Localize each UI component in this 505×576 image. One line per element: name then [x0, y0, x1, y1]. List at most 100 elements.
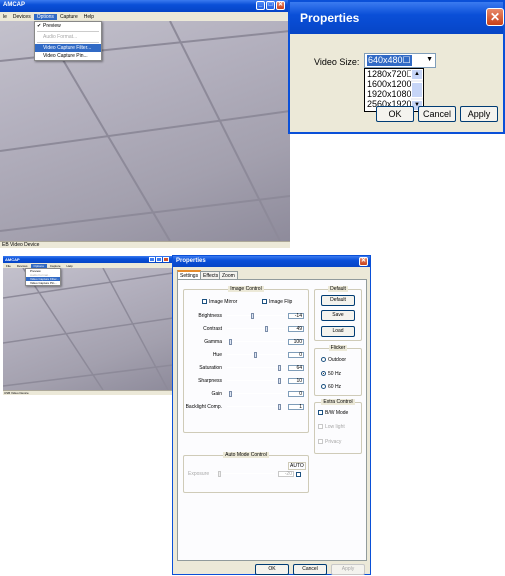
menu-options[interactable]: Options [33, 13, 57, 20]
apply-button[interactable]: Apply [460, 106, 498, 122]
slider-track[interactable] [227, 404, 285, 410]
flicker-outdoor-radio[interactable]: Outdoor [321, 357, 346, 363]
close-icon[interactable]: ✕ [486, 8, 504, 26]
camera-preview [3, 268, 173, 390]
slider-thumb[interactable] [278, 365, 281, 371]
cancel-button[interactable]: Cancel [293, 564, 327, 575]
slider-rail [227, 341, 285, 342]
slider-label: Hue [212, 352, 222, 358]
close-icon[interactable]: ✕ [276, 1, 285, 10]
menu-capture[interactable]: Capture [57, 14, 81, 20]
flicker-50hz-label: 50 Hz [328, 371, 342, 377]
slider-label: Gain [211, 391, 222, 397]
status-text: EB Video Device [2, 242, 40, 248]
auto-checkbox[interactable] [296, 472, 303, 478]
slider-track[interactable] [227, 378, 285, 384]
menu-item-video-capture-filter[interactable]: Video Capture Filter... [35, 44, 101, 52]
slider-rail [227, 393, 285, 394]
slider-label: Brightness [198, 313, 222, 319]
options-dropdown: ✔ Preview Audio Format... Video Capture F… [34, 21, 102, 61]
menu-item-video-capture-pin[interactable]: Video Capture Pin... [35, 52, 101, 60]
load-button[interactable]: Load [321, 326, 355, 337]
tab-zoom[interactable]: Zoom [219, 271, 238, 279]
ok-button[interactable]: OK [376, 106, 414, 122]
close-icon[interactable]: ✕ [359, 257, 368, 266]
properties-dialog: Properties ✕ Settings Effects Zoom Image… [172, 255, 371, 575]
slider-track[interactable] [227, 326, 285, 332]
slider-track[interactable] [227, 391, 285, 397]
slider-track[interactable] [227, 313, 285, 319]
menu-help[interactable]: Help [64, 264, 76, 268]
slider-thumb[interactable] [251, 313, 254, 319]
image-flip-checkbox[interactable]: Image Flip [262, 299, 292, 305]
slider-thumb[interactable] [229, 391, 232, 397]
menu-devices[interactable]: Devices [14, 264, 31, 268]
image-control-legend: Image Control [228, 286, 264, 292]
dialog-title-bar: Properties ✕ [173, 256, 370, 267]
save-button[interactable]: Save [321, 310, 355, 321]
slider-value: 0 [288, 352, 304, 358]
flicker-60hz-radio[interactable]: 60 Hz [321, 384, 341, 390]
default-button[interactable]: Default [321, 295, 355, 306]
slider-value: 10 [288, 378, 304, 384]
menu-devices[interactable]: Devices [10, 14, 34, 20]
chevron-up-icon[interactable]: ▲ [411, 69, 423, 80]
slider-label: Gamma [204, 339, 222, 345]
slider-thumb[interactable] [278, 378, 281, 384]
title-bar: AMCAP _ □ ✕ [0, 0, 290, 12]
slider-track[interactable] [227, 339, 285, 345]
close-icon[interactable] [163, 257, 169, 262]
maximize-icon[interactable] [156, 257, 162, 262]
extra-control-group: Extra Control B/W Mode Low light Privacy [314, 399, 362, 454]
slider-thumb[interactable] [278, 404, 281, 410]
exposure-label: Exposure [188, 471, 210, 477]
bw-mode-label: B/W Mode [325, 410, 349, 416]
image-mirror-checkbox[interactable]: Image Mirror [202, 299, 237, 305]
popup-title-bar: Properties ✕ [290, 2, 504, 34]
status-bar: USB Video Device [3, 390, 173, 395]
menu-item-preview[interactable]: ✔ Preview [35, 22, 101, 30]
flicker-50hz-radio[interactable]: 50 Hz [321, 371, 341, 377]
menu-separator [37, 42, 99, 43]
dialog-title: Properties [176, 258, 206, 264]
low-light-label: Low light [325, 424, 345, 430]
minimize-icon[interactable]: _ [256, 1, 265, 10]
video-size-select[interactable]: 640x480☐ ▼ [364, 53, 436, 68]
menu-file[interactable]: File [3, 264, 14, 268]
cancel-button[interactable]: Cancel [418, 106, 456, 122]
menu-file[interactable]: le [0, 14, 10, 20]
menu-item-video-capture-pin[interactable]: Video Capture Pin... [26, 281, 60, 285]
popup-title: Properties [300, 11, 360, 25]
exposure-slider [214, 471, 274, 477]
ok-button[interactable]: OK [255, 564, 289, 575]
slider-thumb[interactable] [265, 326, 268, 332]
maximize-icon[interactable]: □ [266, 1, 275, 10]
menu-help[interactable]: Help [81, 14, 97, 20]
low-light-checkbox: Low light [318, 424, 345, 430]
menu-capture[interactable]: Capture [47, 264, 64, 268]
bw-mode-checkbox[interactable]: B/W Mode [318, 410, 348, 416]
apply-button[interactable]: Apply [331, 564, 365, 575]
amcap-window-large: AMCAP _ □ ✕ le Devices Options Capture H… [0, 0, 290, 248]
list-scrollbar[interactable]: ▲ ▼ [411, 69, 423, 111]
privacy-label: Privacy [325, 439, 342, 445]
slider-value: 100 [288, 339, 304, 345]
minimize-icon[interactable] [149, 257, 155, 262]
scroll-thumb[interactable] [411, 82, 423, 98]
title-bar: AMCAP [3, 256, 173, 263]
slider-track[interactable] [227, 352, 285, 358]
exposure-value: -20 [278, 471, 294, 477]
slider-value: 49 [288, 326, 304, 332]
image-control-group: Image Control Image Mirror Image Flip Br… [183, 286, 309, 433]
slider-track[interactable] [227, 365, 285, 371]
menu-separator [37, 31, 99, 32]
tab-settings[interactable]: Settings [177, 270, 202, 279]
image-flip-label: Image Flip [269, 299, 293, 305]
slider-thumb[interactable] [229, 339, 232, 345]
slider-thumb[interactable] [254, 352, 257, 358]
menu-options[interactable]: Options [30, 263, 47, 268]
chevron-down-icon[interactable]: ▼ [426, 56, 433, 63]
default-group: Default Default Save Load [314, 286, 362, 341]
slider-label: Backlight Comp. [185, 404, 222, 410]
window-title: AMCAP [5, 257, 20, 262]
